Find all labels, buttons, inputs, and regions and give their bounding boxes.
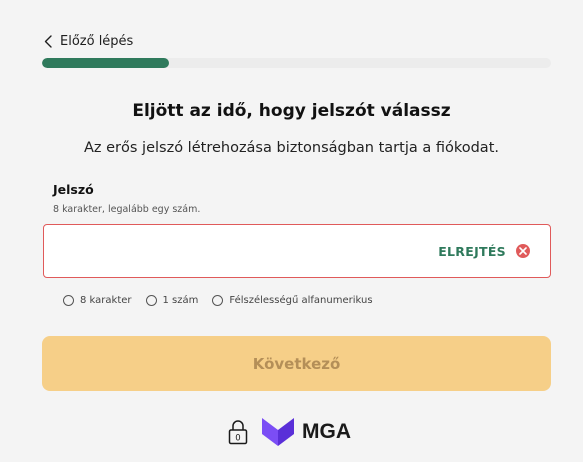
lock-digit: 0 <box>235 434 240 444</box>
rule-circle-icon <box>145 295 157 306</box>
mga-logo-icon <box>262 418 294 446</box>
rule-circle-icon <box>212 295 224 306</box>
lock-icon: 0 <box>228 420 248 445</box>
next-button[interactable]: Következő <box>42 336 551 391</box>
rule-length-label: 8 karakter <box>80 295 132 306</box>
brand-name: MGA <box>302 420 351 443</box>
rule-number: 1 szám <box>145 295 199 306</box>
chevron-left-icon <box>44 35 52 48</box>
password-input[interactable] <box>44 225 439 277</box>
hide-password-toggle[interactable]: ELREJTÉS <box>438 244 530 259</box>
password-label: Jelszó <box>53 182 94 197</box>
password-rules: 8 karakter 1 szám Félszélességű alfanume… <box>63 295 373 306</box>
rule-halfwidth: Félszélességű alfanumerikus <box>212 295 373 306</box>
progress-bar <box>42 58 551 68</box>
password-hint: 8 karakter, legalább egy szám. <box>53 204 201 215</box>
back-link[interactable]: Előző lépés <box>44 34 133 49</box>
rule-halfwidth-label: Félszélességű alfanumerikus <box>229 295 373 306</box>
rule-circle-icon <box>63 295 74 306</box>
footer-brand: 0 MGA <box>228 418 351 446</box>
page-subtitle: Az erős jelszó létrehozása biztonságban … <box>84 140 499 156</box>
hide-password-label: ELREJTÉS <box>438 243 506 259</box>
back-link-label: Előző lépés <box>60 34 134 49</box>
rule-length: 8 karakter <box>63 295 132 306</box>
error-x-icon <box>516 244 530 258</box>
progress-fill <box>42 58 170 68</box>
page-title: Eljött az idő, hogy jelszót válassz <box>132 101 451 121</box>
password-field: ELREJTÉS <box>43 224 551 278</box>
rule-number-label: 1 szám <box>162 295 199 306</box>
